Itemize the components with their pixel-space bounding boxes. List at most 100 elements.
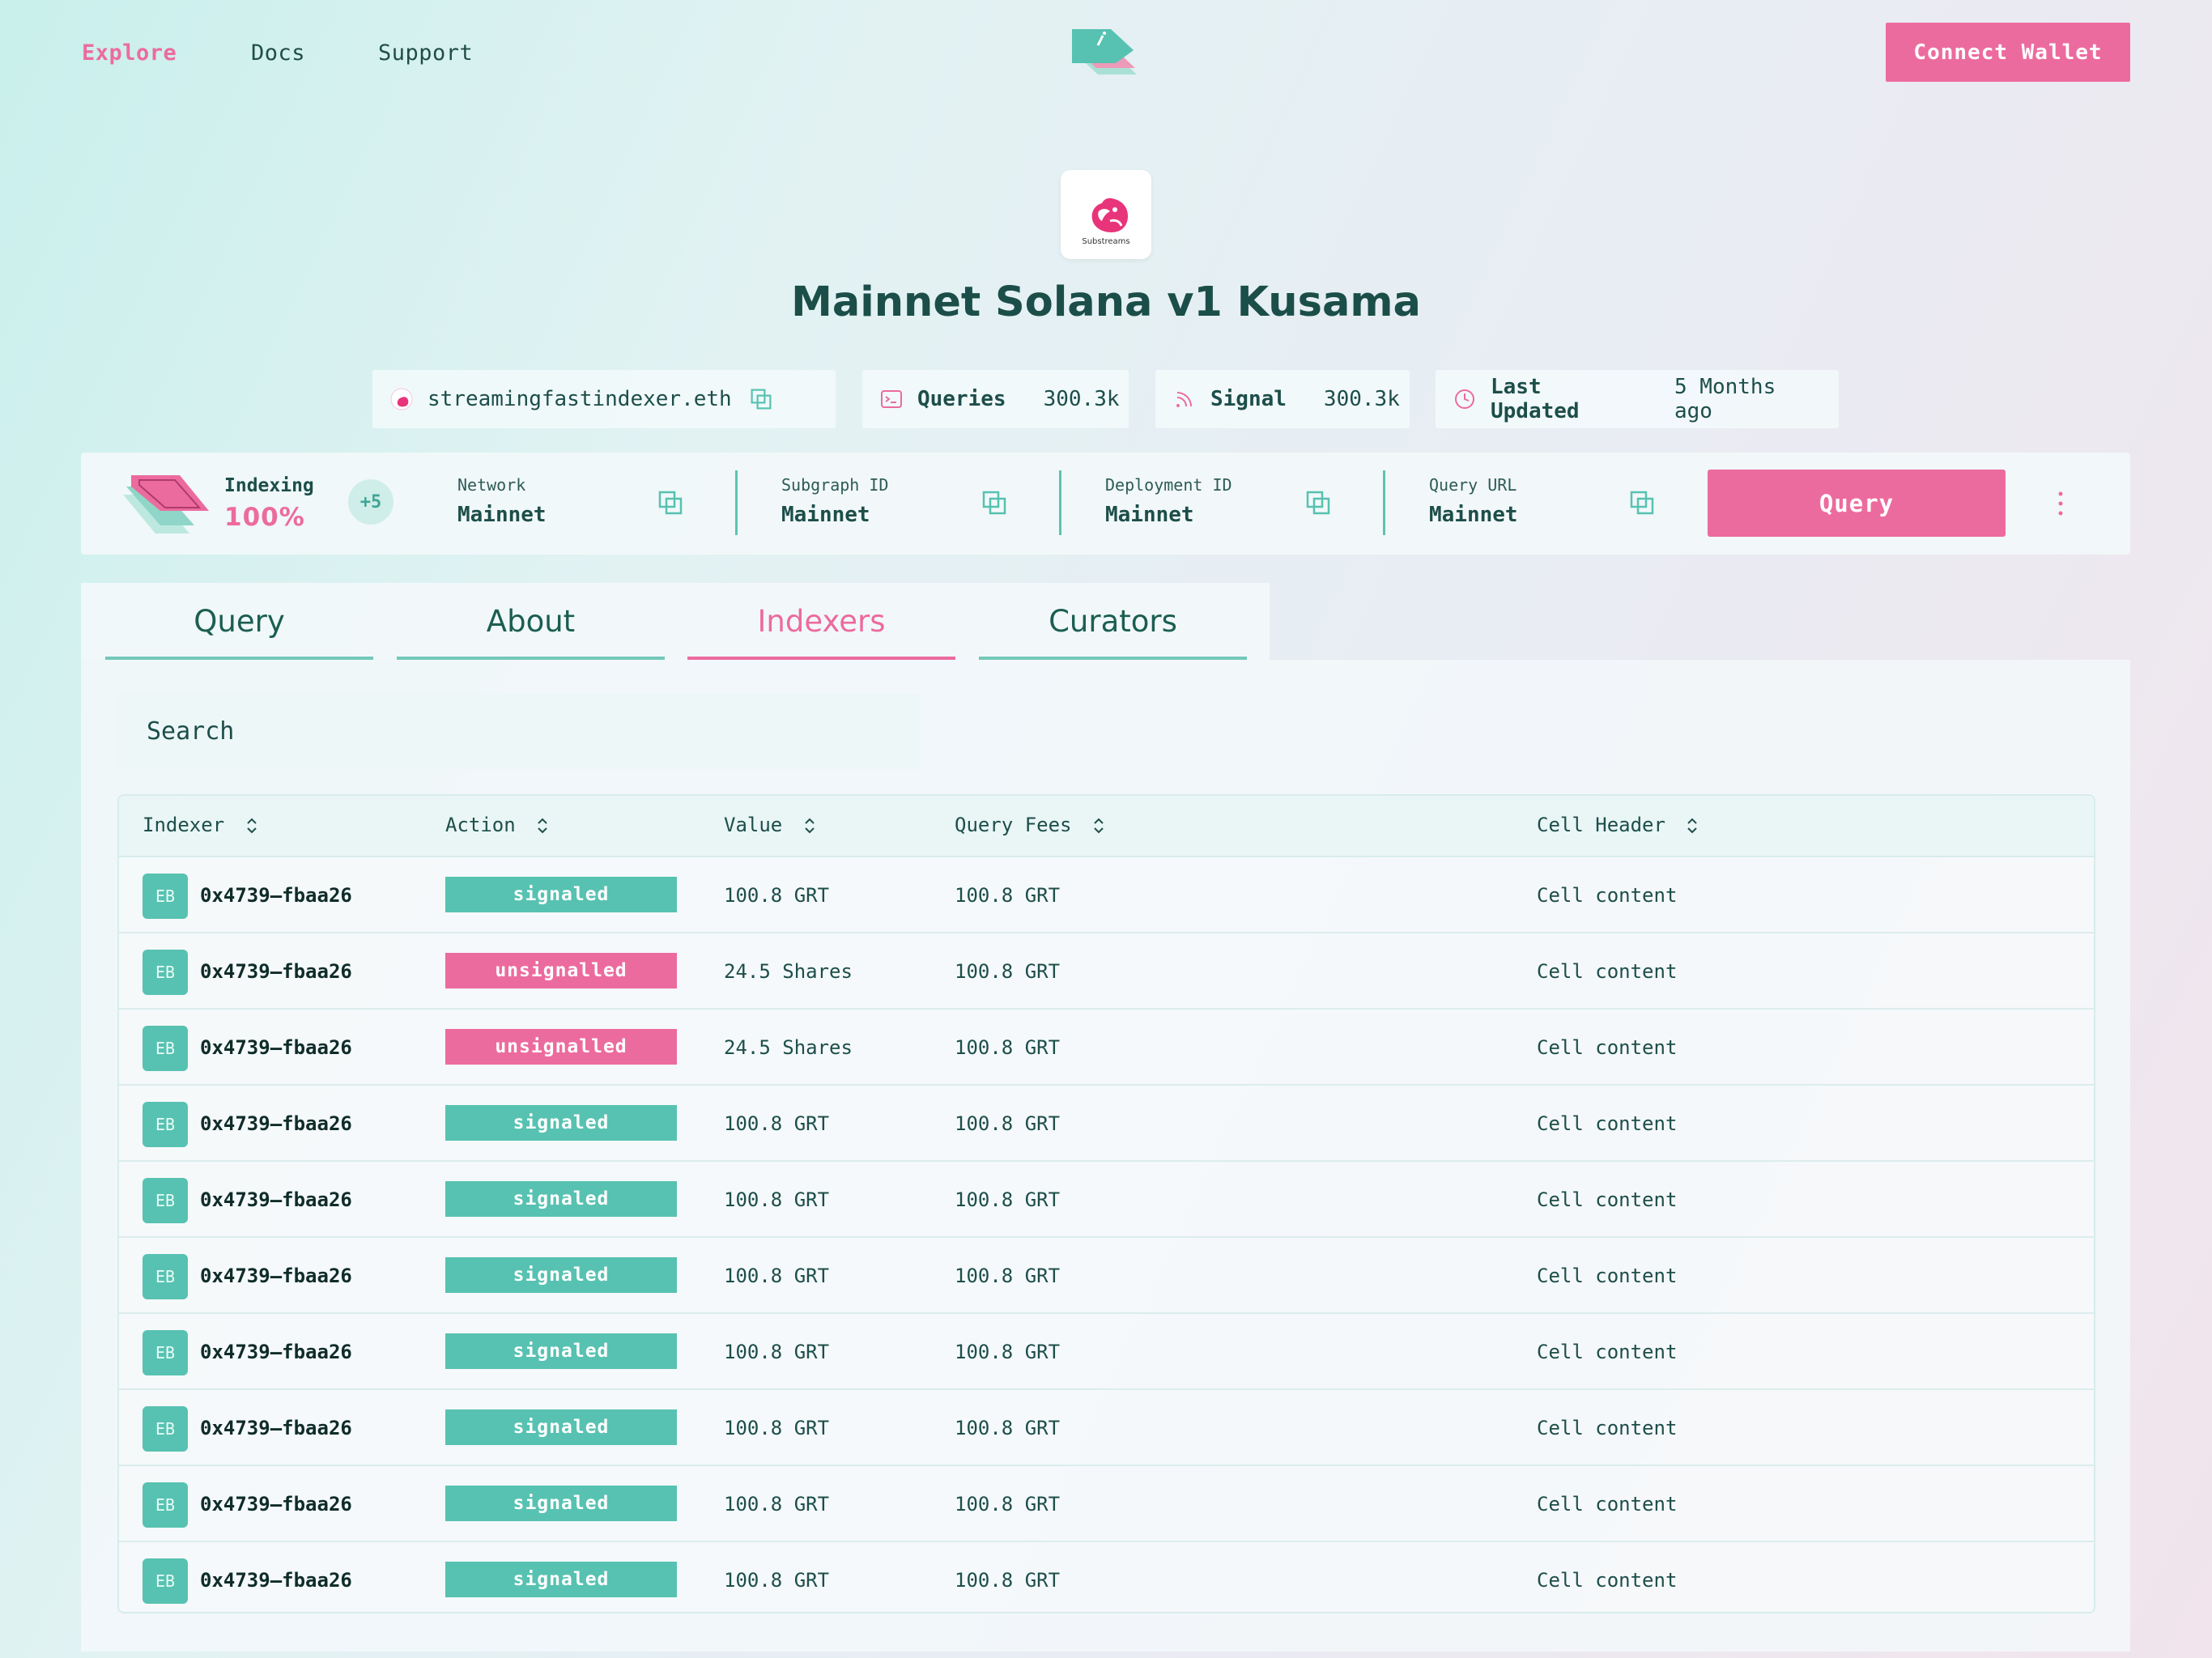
field-divider <box>735 470 738 535</box>
last-updated-chip: Last Updated 5 Months ago <box>1436 370 1839 428</box>
value-cell: 24.5 Shares <box>724 1036 853 1059</box>
table-row[interactable]: EB 0x4739—fbaa26 unsignalled 24.5 Shares… <box>119 1010 2094 1086</box>
table-row[interactable]: EB 0x4739—fbaa26 unsignalled 24.5 Shares… <box>119 933 2094 1010</box>
indexer-address[interactable]: 0x4739—fbaa26 <box>200 1417 352 1439</box>
deployment-info-bar: Indexing 100% +5 Network Mainnet Subgrap… <box>81 453 2130 555</box>
copy-icon[interactable] <box>981 490 1007 516</box>
indexer-address[interactable]: 0x4739—fbaa26 <box>200 1265 352 1287</box>
column-label: Action <box>445 814 516 836</box>
action-badge: unsignalled <box>445 1029 677 1065</box>
more-chains-badge[interactable]: +5 <box>348 479 393 525</box>
indexer-avatar: EB <box>143 1254 188 1299</box>
column-header-query-fees[interactable]: Query Fees <box>955 814 1104 836</box>
nav-support-link[interactable]: Support <box>378 40 473 66</box>
indexer-address[interactable]: 0x4739—fbaa26 <box>200 884 352 907</box>
action-badge: signaled <box>445 1105 677 1141</box>
indexer-address[interactable]: 0x4739—fbaa26 <box>200 960 352 983</box>
queries-chip: Queries 300.3k <box>862 370 1129 428</box>
column-header-action[interactable]: Action <box>445 814 548 836</box>
cell-content: Cell content <box>1537 1112 1678 1135</box>
network-value: Mainnet <box>457 503 547 527</box>
indexer-address[interactable]: 0x4739—fbaa26 <box>200 1493 352 1516</box>
search-input[interactable] <box>117 694 921 769</box>
table-row[interactable]: EB 0x4739—fbaa26 signaled 100.8 GRT 100.… <box>119 1466 2094 1542</box>
page-title: Mainnet Solana v1 Kusama <box>791 278 1421 326</box>
signal-chip: Signal 300.3k <box>1155 370 1410 428</box>
table-row[interactable]: EB 0x4739—fbaa26 signaled 100.8 GRT 100.… <box>119 1162 2094 1238</box>
indexer-address[interactable]: 0x4739—fbaa26 <box>200 1188 352 1211</box>
indexer-address[interactable]: 0x4739—fbaa26 <box>200 1569 352 1592</box>
table-row[interactable]: EB 0x4739—fbaa26 signaled 100.8 GRT 100.… <box>119 1086 2094 1162</box>
column-header-indexer[interactable]: Indexer <box>143 814 257 836</box>
action-badge: signaled <box>445 1181 677 1217</box>
query-url-value: Mainnet <box>1429 503 1518 527</box>
cell-content: Cell content <box>1537 1493 1678 1516</box>
cell-content: Cell content <box>1537 1188 1678 1211</box>
tab-curators[interactable]: Curators <box>979 583 1247 660</box>
subgraph-id-value: Mainnet <box>781 503 870 527</box>
nav-docs-link[interactable]: Docs <box>251 40 305 66</box>
top-nav: Explore Docs Support Connect Wallet <box>0 23 2212 83</box>
subgraph-id-field: Subgraph ID Mainnet <box>781 453 1105 555</box>
indexer-avatar: EB <box>143 950 188 995</box>
indexers-table: Indexer Action Value Query Fees Cell Hea… <box>117 794 2095 1613</box>
table-row[interactable]: EB 0x4739—fbaa26 signaled 100.8 GRT 100.… <box>119 1390 2094 1466</box>
indexing-percentage: 100% <box>224 503 305 532</box>
query-fees-cell: 100.8 GRT <box>955 1341 1061 1363</box>
action-badge: signaled <box>445 1409 677 1445</box>
table-row[interactable]: EB 0x4739—fbaa26 signaled 100.8 GRT 100.… <box>119 857 2094 933</box>
column-label: Cell Header <box>1537 814 1665 836</box>
value-cell: 100.8 GRT <box>724 1569 830 1592</box>
vertical-dots-icon[interactable] <box>2052 488 2069 519</box>
cell-content: Cell content <box>1537 1569 1678 1592</box>
unicorn-logo-icon <box>1089 188 1128 232</box>
table-row[interactable]: EB 0x4739—fbaa26 signaled 100.8 GRT 100.… <box>119 1238 2094 1314</box>
cell-content: Cell content <box>1537 1265 1678 1287</box>
queries-label: Queries <box>917 387 1006 411</box>
cell-content: Cell content <box>1537 884 1678 907</box>
indexer-avatar: EB <box>143 1558 188 1604</box>
column-header-value[interactable]: Value <box>724 814 815 836</box>
sort-icon[interactable] <box>1093 817 1104 835</box>
indexer-avatar: EB <box>143 1482 188 1528</box>
indexer-address[interactable]: 0x4739—fbaa26 <box>200 1112 352 1135</box>
value-cell: 24.5 Shares <box>724 960 853 983</box>
indexer-avatar: EB <box>143 1330 188 1375</box>
action-badge: signaled <box>445 1333 677 1369</box>
cell-content: Cell content <box>1537 1036 1678 1059</box>
signal-value: 300.3k <box>1323 387 1400 411</box>
copy-icon[interactable] <box>750 388 772 410</box>
tab-about[interactable]: About <box>397 583 665 660</box>
copy-icon[interactable] <box>1629 490 1655 516</box>
tab-indexers[interactable]: Indexers <box>687 583 955 660</box>
tab-query[interactable]: Query <box>105 583 373 660</box>
connect-wallet-button[interactable]: Connect Wallet <box>1886 23 2130 82</box>
query-button[interactable]: Query <box>1708 470 2006 537</box>
copy-icon[interactable] <box>657 490 683 516</box>
last-updated-label: Last Updated <box>1491 375 1580 423</box>
column-header-cell[interactable]: Cell Header <box>1537 814 1698 836</box>
sort-icon[interactable] <box>537 817 548 835</box>
owner-chip[interactable]: streamingfastindexer.eth <box>372 370 836 428</box>
sort-icon[interactable] <box>246 817 257 835</box>
network-field: Network Mainnet <box>457 453 781 555</box>
deployment-id-field: Deployment ID Mainnet <box>1105 453 1429 555</box>
query-fees-cell: 100.8 GRT <box>955 1493 1061 1516</box>
table-row[interactable]: EB 0x4739—fbaa26 signaled 100.8 GRT 100.… <box>119 1542 2094 1612</box>
stacked-layers-logo-icon[interactable] <box>1070 26 1142 79</box>
indexer-address[interactable]: 0x4739—fbaa26 <box>200 1341 352 1363</box>
terminal-icon <box>881 390 902 408</box>
table-row[interactable]: EB 0x4739—fbaa26 signaled 100.8 GRT 100.… <box>119 1314 2094 1390</box>
sort-icon[interactable] <box>1687 817 1698 835</box>
cell-content: Cell content <box>1537 1417 1678 1439</box>
nav-explore-link[interactable]: Explore <box>82 40 177 66</box>
value-cell: 100.8 GRT <box>724 1341 830 1363</box>
action-badge: signaled <box>445 1257 677 1293</box>
avatar-caption: Substreams <box>1082 236 1130 246</box>
query-fees-cell: 100.8 GRT <box>955 1036 1061 1059</box>
field-divider <box>1059 470 1061 535</box>
copy-icon[interactable] <box>1305 490 1331 516</box>
query-fees-cell: 100.8 GRT <box>955 884 1061 907</box>
indexer-address[interactable]: 0x4739—fbaa26 <box>200 1036 352 1059</box>
sort-icon[interactable] <box>804 817 815 835</box>
